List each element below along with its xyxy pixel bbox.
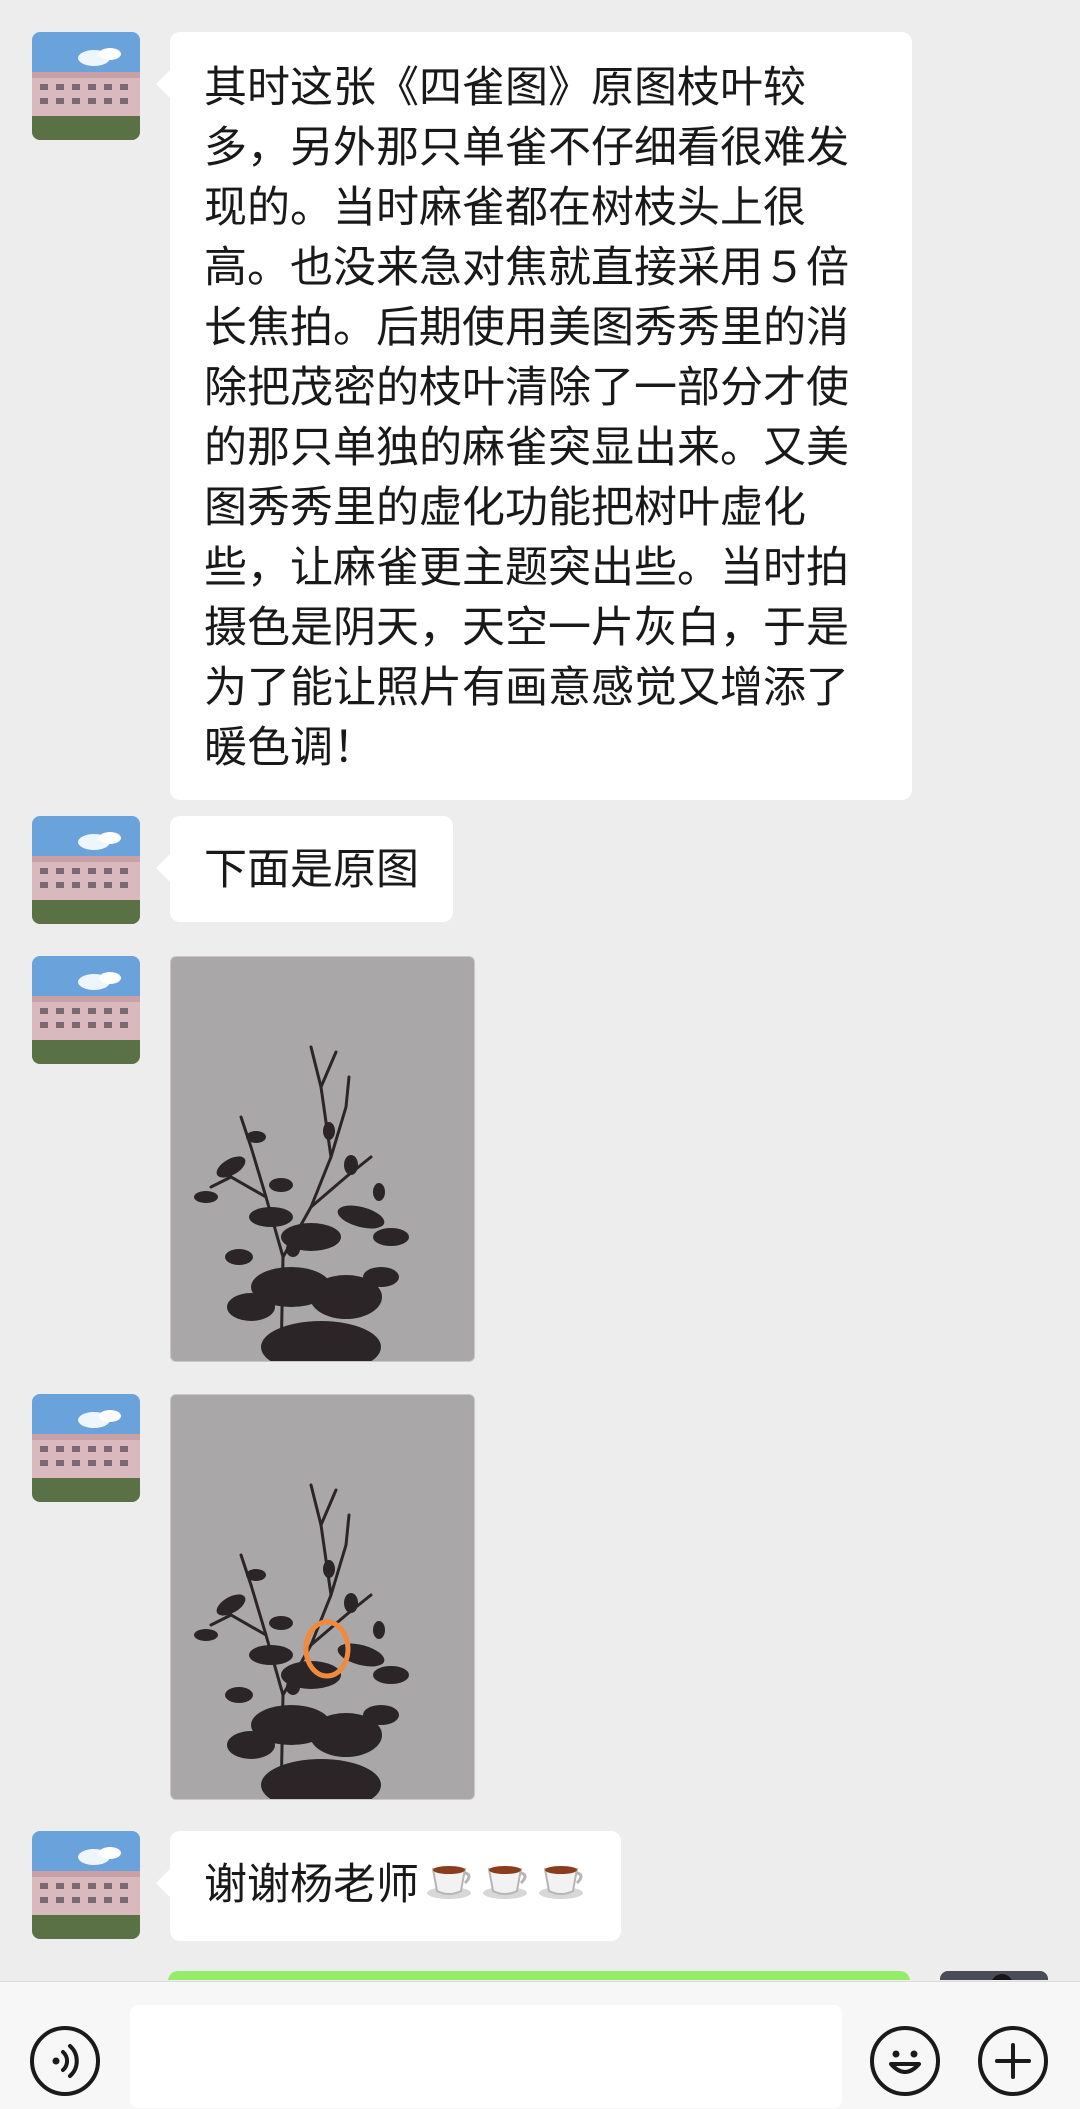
building-photo-avatar	[32, 1831, 140, 1939]
message-bubble[interactable]: 其时这张《四雀图》原图枝叶较多，另外那只单雀不仔细看很难发现的。当时麻雀都在树枝…	[156, 32, 912, 800]
hot-beverage-emoji-icon	[537, 1857, 587, 1919]
message-text: 谢谢杨老师	[204, 1860, 419, 1910]
own-avatar[interactable]	[940, 1971, 1048, 1980]
sender-avatar[interactable]	[32, 956, 140, 1064]
emoji-icon[interactable]	[870, 2026, 940, 2096]
sender-avatar[interactable]	[32, 1831, 140, 1939]
building-photo-avatar	[32, 1394, 140, 1502]
sender-avatar[interactable]	[32, 32, 140, 140]
hot-beverage-emoji-icon	[481, 1857, 531, 1919]
image-message-tree-original[interactable]	[170, 956, 475, 1362]
message-text: 其时这张《四雀图》原图枝叶较多，另外那只单雀不仔细看很难发现的。当时麻雀都在树枝…	[204, 63, 849, 773]
tree-branch-photo	[171, 957, 474, 1361]
building-photo-avatar	[32, 956, 140, 1064]
person-avatar-icon	[992, 1974, 1012, 1980]
image-message-tree-annotated[interactable]	[170, 1394, 475, 1800]
voice-icon[interactable]	[30, 2026, 100, 2096]
message-bubble[interactable]: 谢谢杨老师	[156, 1831, 621, 1941]
chat-area[interactable]: 其时这张《四雀图》原图枝叶较多，另外那只单雀不仔细看很难发现的。当时麻雀都在树枝…	[0, 0, 1080, 1980]
tree-branch-photo	[171, 1395, 474, 1799]
message-text: 下面是原图	[204, 845, 419, 895]
sender-avatar[interactable]	[32, 816, 140, 924]
message-input[interactable]	[130, 2005, 842, 2108]
plus-icon[interactable]	[978, 2026, 1048, 2096]
outgoing-message-bubble[interactable]	[168, 1971, 910, 1980]
sender-avatar[interactable]	[32, 1394, 140, 1502]
hot-beverage-emoji-icon	[425, 1857, 475, 1919]
building-photo-avatar	[32, 32, 140, 140]
message-bubble[interactable]: 下面是原图	[156, 816, 453, 922]
building-photo-avatar	[32, 816, 140, 924]
